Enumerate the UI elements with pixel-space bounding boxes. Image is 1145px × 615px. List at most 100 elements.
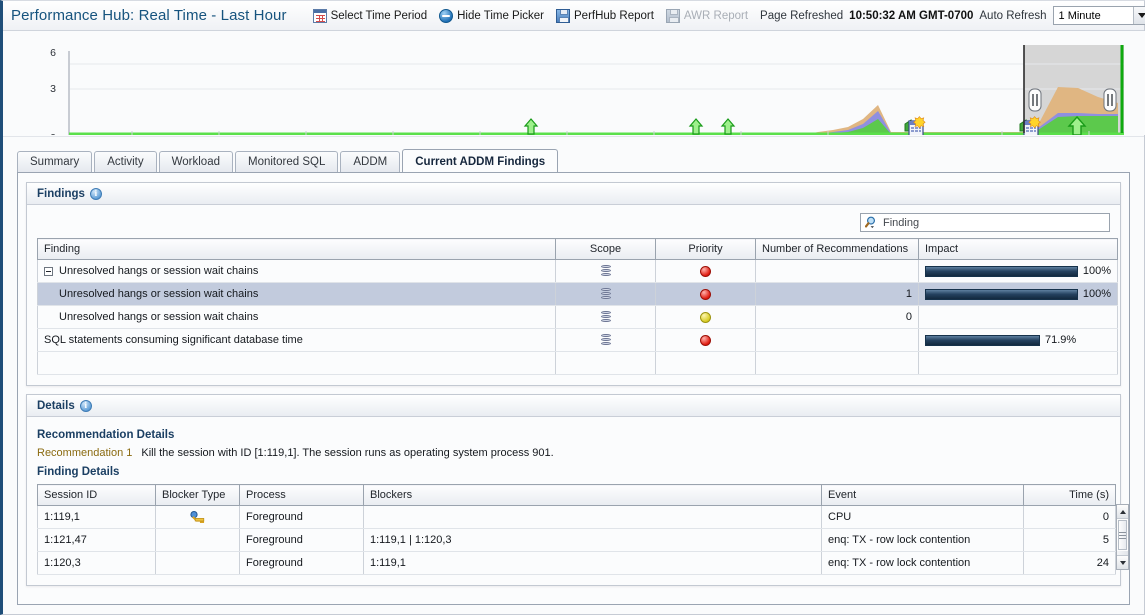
recommendation-text: Kill the session with ID [1:119,1]. The … xyxy=(141,447,554,459)
findings-cell-recommendations xyxy=(755,259,919,283)
finding-details-header-row: Session ID Blocker Type Process Blockers… xyxy=(37,484,1116,506)
findings-panel-header: Findings xyxy=(27,183,1120,205)
recommendation-details-heading: Recommendation Details xyxy=(37,429,175,441)
finding-details-row[interactable]: 1:120,3 Foreground 1:119,1 enq: TX - row… xyxy=(37,551,1116,575)
findings-panel-body: Finding Finding Scope Priority Number of… xyxy=(27,205,1120,385)
fd-cell-event: CPU xyxy=(821,505,1024,529)
fd-cell-process: Foreground xyxy=(239,505,364,529)
priority-red-icon xyxy=(700,288,711,300)
finding-details-row[interactable]: 1:119,1 Foreground CPU 0 xyxy=(37,505,1116,529)
save-disk-icon-disabled xyxy=(665,8,680,23)
findings-cell-priority xyxy=(655,259,756,283)
details-panel-title: Details xyxy=(37,399,75,412)
hide-time-picker-button[interactable]: Hide Time Picker xyxy=(439,8,544,23)
chevron-down-icon[interactable] xyxy=(1132,7,1145,24)
findings-col-priority[interactable]: Priority xyxy=(655,238,756,260)
findings-cell-impact: 71.9% xyxy=(918,328,1118,352)
auto-refresh-label: Auto Refresh xyxy=(979,9,1047,22)
tab-monitored-sql[interactable]: Monitored SQL xyxy=(235,151,339,173)
findings-cell-empty xyxy=(655,351,756,375)
details-panel-header: Details xyxy=(27,395,1120,417)
awr-report-button: AWR Report xyxy=(665,8,749,23)
findings-cell-impact: 100% xyxy=(918,259,1118,283)
fd-col-blockers[interactable]: Blockers xyxy=(363,484,822,506)
findings-col-scope[interactable]: Scope xyxy=(555,238,656,260)
findings-cell-scope xyxy=(555,328,656,352)
findings-cell-recommendations: 1 xyxy=(755,282,919,306)
svg-text:0: 0 xyxy=(50,132,56,135)
findings-cell-finding: SQL statements consuming significant dat… xyxy=(37,328,556,352)
details-panel: Details Recommendation Details Recommend… xyxy=(26,394,1129,586)
fd-cell-blocker-type xyxy=(155,505,240,529)
tab-addm[interactable]: ADDM xyxy=(340,151,401,173)
search-icon xyxy=(864,216,878,229)
priority-yellow-icon xyxy=(700,311,711,323)
fd-col-process[interactable]: Process xyxy=(239,484,364,506)
findings-search-input[interactable]: Finding xyxy=(860,213,1110,232)
findings-cell-finding: Unresolved hangs or session wait chains xyxy=(37,282,556,306)
findings-cell-finding: Unresolved hangs or session wait chains xyxy=(37,305,556,329)
activity-chart-svg[interactable]: 6 3 0 09:55AM10:00AM 10:05AM10: xyxy=(3,31,1145,135)
recommendation-key: Recommendation 1 xyxy=(37,447,133,459)
findings-row[interactable]: Unresolved hangs or session wait chains xyxy=(37,259,1118,283)
finding-details-table-wrap: Session ID Blocker Type Process Blockers… xyxy=(37,484,1129,575)
findings-row[interactable]: Unresolved hangs or session wait chains … xyxy=(37,305,1118,329)
fd-cell-time: 5 xyxy=(1023,528,1116,552)
findings-cell-priority xyxy=(655,282,756,306)
tab-bar[interactable]: Summary Activity Workload Monitored SQL … xyxy=(17,146,1144,174)
findings-cell-impact: 100% xyxy=(918,282,1118,306)
info-icon[interactable] xyxy=(79,399,92,412)
fd-cell-session-id: 1:119,1 xyxy=(37,505,156,529)
priority-red-icon xyxy=(700,334,711,346)
findings-col-recommendations[interactable]: Number of Recommendations xyxy=(755,238,919,260)
finding-details-table[interactable]: Session ID Blocker Type Process Blockers… xyxy=(37,484,1116,575)
findings-row-empty xyxy=(37,351,1118,375)
findings-cell-impact xyxy=(918,305,1118,329)
auto-refresh-select[interactable]: 1 Minute xyxy=(1052,6,1145,25)
fd-col-session-id[interactable]: Session ID xyxy=(37,484,156,506)
findings-row[interactable]: Unresolved hangs or session wait chains … xyxy=(37,282,1118,306)
perfhub-report-button[interactable]: PerfHub Report xyxy=(556,8,654,23)
page-header: Performance Hub: Real Time - Last Hour S… xyxy=(3,1,1145,31)
database-icon xyxy=(600,264,611,278)
fd-cell-process: Foreground xyxy=(239,528,364,552)
database-icon xyxy=(600,333,611,347)
finding-details-scrollbar[interactable] xyxy=(1116,504,1129,570)
tab-summary[interactable]: Summary xyxy=(17,151,93,173)
findings-search-row: Finding xyxy=(37,213,1110,232)
findings-col-impact[interactable]: Impact xyxy=(918,238,1118,260)
info-icon[interactable] xyxy=(89,187,102,200)
tab-current-addm-findings[interactable]: Current ADDM Findings xyxy=(402,149,559,174)
findings-cell-empty xyxy=(918,351,1118,375)
fd-cell-blocker-type xyxy=(155,551,240,575)
findings-col-finding[interactable]: Finding xyxy=(37,238,556,260)
fd-cell-time: 0 xyxy=(1023,505,1116,529)
tab-activity[interactable]: Activity xyxy=(94,151,157,173)
scroll-up-button[interactable] xyxy=(1117,505,1128,519)
fd-cell-blocker-type xyxy=(155,528,240,552)
findings-cell-empty xyxy=(755,351,919,375)
finding-details-heading: Finding Details xyxy=(37,466,120,478)
findings-table[interactable]: Finding Scope Priority Number of Recomme… xyxy=(37,238,1118,375)
scroll-down-button[interactable] xyxy=(1117,555,1128,569)
page-refreshed-value: 10:50:32 AM GMT-0700 xyxy=(849,9,974,22)
scroll-thumb[interactable] xyxy=(1118,520,1127,550)
page-refreshed-label: Page Refreshed xyxy=(760,9,844,22)
collapse-expander-icon[interactable] xyxy=(44,266,53,276)
tab-workload[interactable]: Workload xyxy=(158,151,233,173)
findings-row[interactable]: SQL statements consuming significant dat… xyxy=(37,328,1118,352)
fd-col-event[interactable]: Event xyxy=(821,484,1024,506)
activity-chart[interactable]: 6 3 0 09:55AM10:00AM 10:05AM10: xyxy=(3,31,1145,137)
awr-report-label: AWR Report xyxy=(683,9,749,22)
findings-cell-scope xyxy=(555,305,656,329)
fd-cell-event: enq: TX - row lock contention xyxy=(821,551,1024,575)
tab-content-panel: Findings Finding xyxy=(17,173,1130,605)
calendar-icon xyxy=(312,8,327,23)
fd-col-time[interactable]: Time (s) xyxy=(1023,484,1116,506)
finding-details-row[interactable]: 1:121,47 Foreground 1:119,1 | 1:120,3 en… xyxy=(37,528,1116,552)
select-time-period-button[interactable]: Select Time Period xyxy=(312,8,428,23)
performance-hub-window: Performance Hub: Real Time - Last Hour S… xyxy=(0,0,1145,615)
findings-table-header-row: Finding Scope Priority Number of Recomme… xyxy=(37,238,1118,260)
fd-col-blocker-type[interactable]: Blocker Type xyxy=(155,484,240,506)
select-time-period-label: Select Time Period xyxy=(330,9,428,22)
